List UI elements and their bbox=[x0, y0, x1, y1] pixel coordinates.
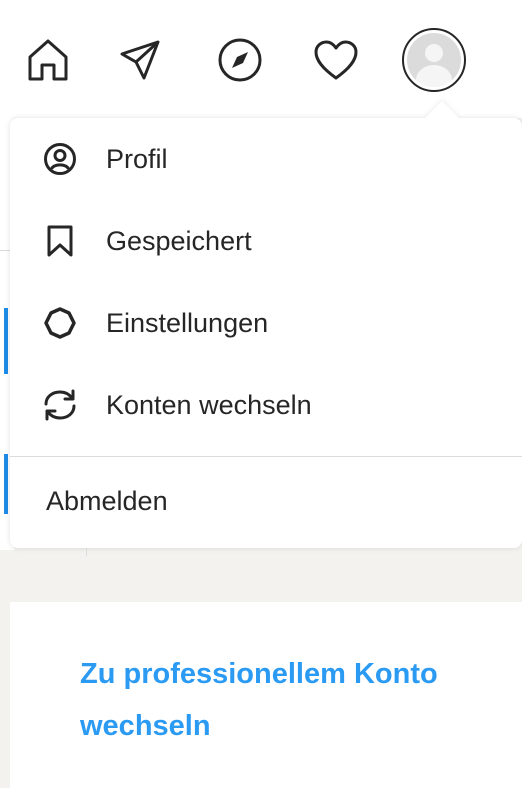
home-icon[interactable] bbox=[22, 34, 74, 86]
logout-label: Abmelden bbox=[46, 486, 168, 516]
menu-item-label: Einstellungen bbox=[106, 307, 269, 338]
heart-icon[interactable] bbox=[310, 34, 362, 86]
menu-item-gespeichert[interactable]: Gespeichert bbox=[10, 200, 522, 282]
logout-button[interactable]: Abmelden bbox=[10, 457, 522, 543]
menu-item-label: Konten wechseln bbox=[106, 389, 312, 420]
professional-account-card: Zu professionellem Konto wechseln bbox=[10, 602, 522, 788]
profile-dropdown-menu: Profil Gespeichert Einstellungen Konten … bbox=[10, 101, 522, 548]
switch-to-professional-link[interactable]: Zu professionellem Konto wechseln bbox=[80, 648, 460, 752]
user-circle-icon bbox=[42, 141, 78, 177]
settings-gear-icon bbox=[42, 305, 78, 341]
top-navigation-bar bbox=[0, 0, 522, 118]
menu-item-profil[interactable]: Profil bbox=[10, 118, 522, 200]
switch-accounts-icon bbox=[42, 387, 78, 423]
menu-item-konten-wechseln[interactable]: Konten wechseln bbox=[10, 364, 522, 446]
default-avatar-icon bbox=[407, 33, 461, 87]
paper-plane-icon[interactable] bbox=[114, 34, 166, 86]
menu-item-einstellungen[interactable]: Einstellungen bbox=[10, 282, 522, 364]
bookmark-icon bbox=[42, 223, 78, 259]
compass-icon[interactable] bbox=[214, 34, 266, 86]
menu-item-label: Gespeichert bbox=[106, 225, 252, 256]
background-divider-fragment bbox=[86, 548, 87, 556]
avatar[interactable] bbox=[402, 28, 466, 92]
menu-item-label: Profil bbox=[106, 143, 168, 174]
